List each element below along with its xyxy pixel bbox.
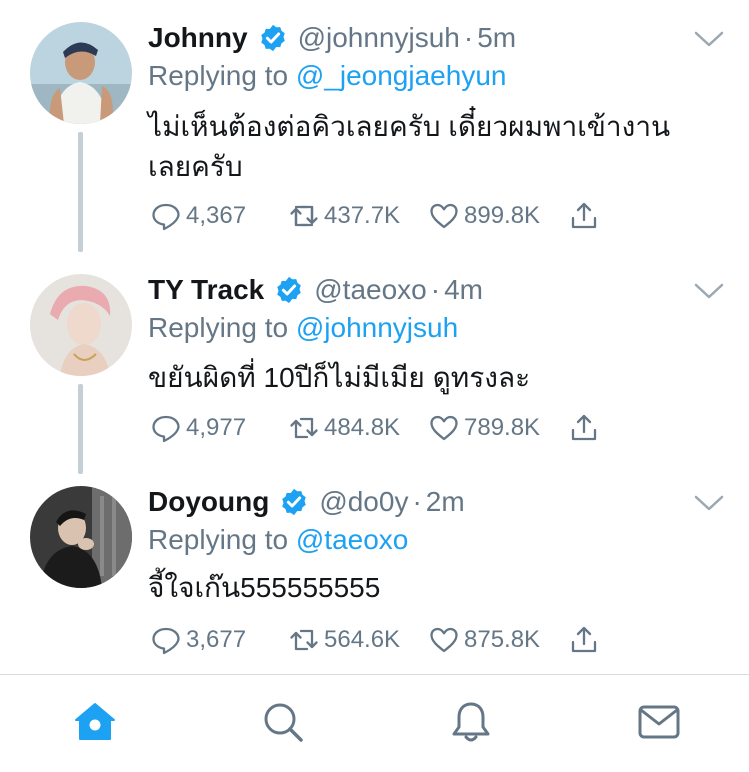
handle[interactable]: @do0y bbox=[319, 486, 408, 518]
retweet-button[interactable]: 564.6K bbox=[288, 624, 428, 656]
tweet-text: ขยันผิดที่ 10ปีก็ไม่มีเมีย ดูทรงละ bbox=[148, 362, 531, 393]
reply-button[interactable]: 4,977 bbox=[150, 412, 288, 444]
retweet-icon bbox=[290, 417, 318, 439]
replying-to-label: Replying to bbox=[148, 60, 296, 91]
tweet-actions: 3,677 564.6K 875.8K bbox=[150, 622, 604, 658]
like-count: 875.8K bbox=[464, 626, 541, 653]
retweet-icon bbox=[290, 629, 318, 651]
share-icon bbox=[571, 626, 597, 653]
like-button[interactable]: 899.8K bbox=[428, 200, 568, 232]
like-button[interactable]: 789.8K bbox=[428, 412, 568, 444]
tweet[interactable]: Doyoung @do0y · 2m Replying to @taeoxo จ… bbox=[0, 464, 749, 672]
display-name[interactable]: TY Track bbox=[148, 274, 264, 306]
messages-icon[interactable] bbox=[636, 699, 682, 745]
share-icon bbox=[571, 414, 597, 441]
share-button[interactable] bbox=[568, 200, 604, 232]
reply-icon bbox=[152, 627, 180, 655]
separator-dot: · bbox=[412, 486, 422, 517]
share-icon bbox=[571, 202, 597, 229]
reply-button[interactable]: 4,367 bbox=[150, 200, 288, 232]
tweet-text: ไม่เห็นต้องต่อคิวเลยครับ เดี๋ยวผมพาเข้าง… bbox=[148, 111, 671, 182]
thread-line bbox=[78, 132, 83, 252]
replying-to: Replying to @johnnyjsuh bbox=[148, 312, 458, 344]
reply-icon bbox=[152, 203, 180, 231]
avatar[interactable] bbox=[30, 486, 132, 588]
home-icon[interactable] bbox=[72, 699, 118, 745]
retweet-count: 484.8K bbox=[324, 414, 401, 441]
avatar[interactable] bbox=[30, 274, 132, 376]
heart-icon bbox=[430, 415, 458, 441]
heart-icon bbox=[430, 203, 458, 229]
verified-badge-icon bbox=[274, 275, 304, 305]
replying-to: Replying to @taeoxo bbox=[148, 524, 408, 556]
tweet-actions: 4,367 437.7K 899.8K bbox=[150, 198, 604, 234]
verified-badge-icon bbox=[279, 487, 309, 517]
retweet-button[interactable]: 437.7K bbox=[288, 200, 428, 232]
retweet-count: 564.6K bbox=[324, 626, 401, 653]
chevron-down-icon[interactable] bbox=[692, 492, 726, 514]
reply-icon bbox=[152, 415, 180, 443]
reply-button[interactable]: 3,677 bbox=[150, 624, 288, 656]
replying-to: Replying to @_jeongjaehyun bbox=[148, 60, 506, 92]
tweet-actions: 4,977 484.8K 789.8K bbox=[150, 410, 604, 446]
display-name[interactable]: Johnny bbox=[148, 22, 248, 54]
mention-link[interactable]: @johnnyjsuh bbox=[296, 312, 458, 343]
tweet-text: จี้ใจเก๊น555555555 bbox=[148, 572, 381, 603]
tweet-header: Doyoung @do0y · 2m bbox=[148, 484, 465, 520]
replying-to-label: Replying to bbox=[148, 524, 296, 555]
reply-count: 3,677 bbox=[186, 626, 247, 653]
display-name[interactable]: Doyoung bbox=[148, 486, 269, 518]
tweet-header: TY Track @taeoxo · 4m bbox=[148, 272, 483, 308]
chevron-down-icon[interactable] bbox=[692, 28, 726, 50]
mention-link[interactable]: @taeoxo bbox=[296, 524, 409, 555]
timestamp[interactable]: 2m bbox=[426, 486, 465, 518]
handle[interactable]: @johnnyjsuh bbox=[298, 22, 460, 54]
avatar[interactable] bbox=[30, 22, 132, 124]
retweet-icon bbox=[290, 205, 318, 227]
tweet[interactable]: Johnny @johnnyjsuh · 5m Replying to @_je… bbox=[0, 0, 749, 252]
retweet-count: 437.7K bbox=[324, 202, 401, 229]
share-button[interactable] bbox=[568, 624, 604, 656]
timestamp[interactable]: 5m bbox=[477, 22, 516, 54]
notifications-icon[interactable] bbox=[448, 699, 494, 745]
thread-line bbox=[78, 384, 83, 474]
like-count: 789.8K bbox=[464, 414, 541, 441]
timestamp[interactable]: 4m bbox=[444, 274, 483, 306]
like-count: 899.8K bbox=[464, 202, 541, 229]
handle[interactable]: @taeoxo bbox=[314, 274, 427, 306]
reply-count: 4,977 bbox=[186, 414, 247, 441]
replying-to-label: Replying to bbox=[148, 312, 296, 343]
chevron-down-icon[interactable] bbox=[692, 280, 726, 302]
retweet-button[interactable]: 484.8K bbox=[288, 412, 428, 444]
verified-badge-icon bbox=[258, 23, 288, 53]
separator-dot: · bbox=[463, 22, 474, 53]
search-icon[interactable] bbox=[260, 699, 306, 745]
tweet-header: Johnny @johnnyjsuh · 5m bbox=[148, 20, 516, 56]
bottom-tab-bar bbox=[0, 674, 749, 772]
share-button[interactable] bbox=[568, 412, 604, 444]
heart-icon bbox=[430, 627, 458, 653]
tweet[interactable]: TY Track @taeoxo · 4m Replying to @johnn… bbox=[0, 252, 749, 474]
separator-dot: · bbox=[430, 274, 441, 305]
like-button[interactable]: 875.8K bbox=[428, 624, 568, 656]
mention-link[interactable]: @_jeongjaehyun bbox=[296, 60, 507, 91]
reply-count: 4,367 bbox=[186, 202, 247, 229]
